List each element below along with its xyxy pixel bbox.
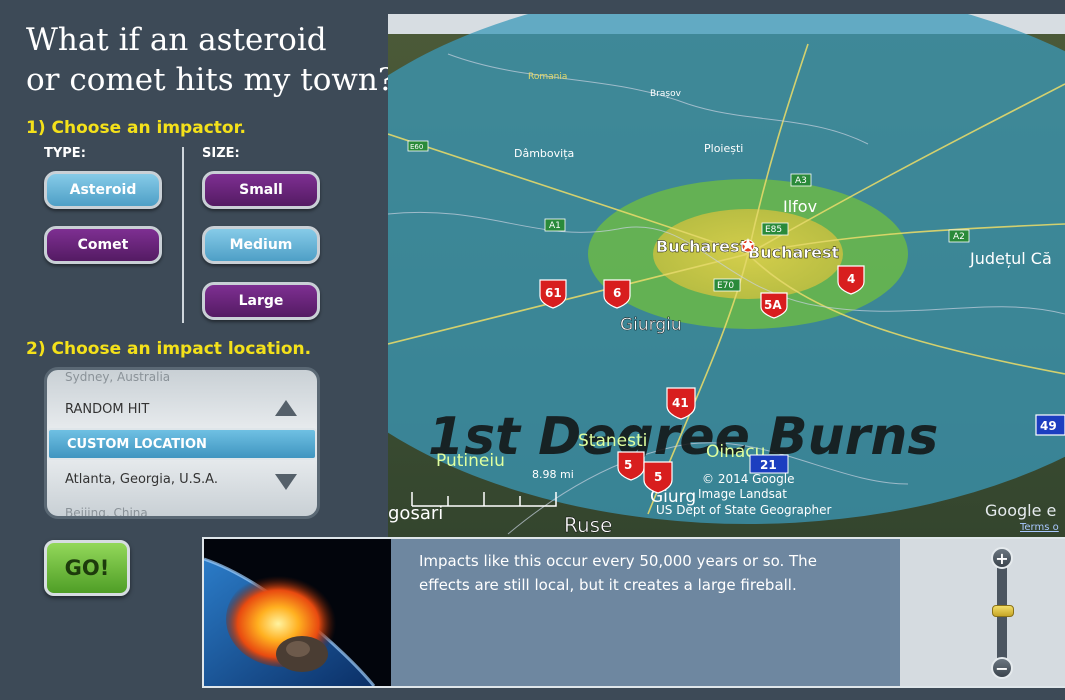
svg-text:US Dept of State Geographer: US Dept of State Geographer [656, 503, 831, 517]
location-option-random[interactable]: RANDOM HIT [65, 402, 149, 417]
column-divider [182, 147, 184, 323]
place-label: Județul Că [969, 249, 1052, 268]
zoom-slider-thumb[interactable] [992, 605, 1014, 617]
terms-link[interactable]: Terms o [1019, 522, 1059, 533]
impact-map[interactable]: 1st Degree Burns Romania Brașov Dâmboviț… [388, 14, 1065, 537]
scroll-down-arrow-icon[interactable] [275, 474, 297, 490]
road-label: E70 [717, 281, 734, 291]
comet-button[interactable]: Comet [44, 226, 162, 264]
svg-text:5: 5 [624, 458, 632, 472]
location-option-custom[interactable]: CUSTOM LOCATION [47, 428, 317, 460]
impact-illustration [204, 539, 391, 686]
svg-text:41: 41 [672, 396, 689, 410]
asteroid-button[interactable]: Asteroid [44, 171, 162, 209]
road-label: E60 [410, 143, 423, 151]
svg-text:4: 4 [847, 272, 855, 286]
route-shield: 61 [539, 279, 567, 309]
svg-text:21: 21 [760, 458, 777, 472]
google-logo: Google e [985, 501, 1056, 520]
place-label: Bucharest [656, 237, 748, 256]
location-option-atlanta[interactable]: Atlanta, Georgia, U.S.A. [65, 472, 218, 487]
svg-text:© 2014 Google: © 2014 Google [702, 472, 794, 486]
place-label: Dâmbovița [514, 147, 574, 160]
svg-text:8.98 mi: 8.98 mi [532, 468, 574, 481]
svg-text:6: 6 [613, 286, 621, 300]
large-size-button[interactable]: Large [202, 282, 320, 320]
svg-text:5A: 5A [764, 298, 782, 312]
place-label: Putineiu [436, 451, 505, 471]
place-label: Bucharest [748, 243, 840, 262]
place-label: Giurgiu [620, 315, 682, 335]
size-header: SIZE: [202, 146, 240, 161]
type-header: TYPE: [44, 146, 86, 161]
svg-text:61: 61 [545, 286, 562, 300]
zoom-control: + − [900, 539, 1065, 686]
route-shield: 49 [1035, 414, 1065, 436]
location-option-beijing[interactable]: Beijing, China [65, 506, 148, 516]
info-panel: Impacts like this occur every 50,000 yea… [202, 537, 1065, 688]
step-1-label: 1) Choose an impactor. [26, 118, 246, 138]
zoom-in-icon[interactable]: + [991, 547, 1013, 569]
road-label: A2 [953, 232, 965, 242]
impact-description: Impacts like this occur every 50,000 yea… [419, 552, 817, 594]
place-label: Stanesti [578, 431, 647, 451]
route-shield: 4 [837, 265, 865, 295]
route-shield: 21 [749, 454, 789, 474]
title-line-1: What if an asteroid [26, 22, 327, 58]
small-size-button[interactable]: Small [202, 171, 320, 209]
page-title: What if an asteroid or comet hits my tow… [26, 20, 395, 100]
scroll-up-arrow-icon[interactable] [275, 400, 297, 416]
place-label: Brașov [650, 89, 682, 99]
title-line-2: or comet hits my town? [26, 62, 395, 98]
place-label: Ploiești [704, 142, 743, 155]
route-shield: 5 [617, 451, 645, 481]
road-label: A3 [795, 176, 807, 186]
road-label: E85 [765, 225, 782, 235]
place-label: Ruse [564, 513, 612, 537]
route-shield: 6 [603, 279, 631, 309]
step-2-label: 2) Choose an impact location. [26, 339, 312, 359]
road-label: A1 [549, 221, 561, 231]
location-picker[interactable]: Sydney, Australia RANDOM HIT CUSTOM LOCA… [44, 367, 320, 519]
zoom-out-icon[interactable]: − [991, 657, 1013, 679]
medium-size-button[interactable]: Medium [202, 226, 320, 264]
svg-text:5: 5 [654, 470, 662, 484]
place-label: Romania [528, 72, 567, 82]
location-option-sydney[interactable]: Sydney, Australia [65, 370, 170, 384]
place-label: Ilfov [783, 197, 817, 216]
go-button[interactable]: GO! [44, 540, 130, 596]
svg-text:49: 49 [1040, 419, 1057, 433]
route-shield: 41 [666, 387, 696, 420]
svg-text:Image Landsat: Image Landsat [698, 487, 787, 501]
route-shield: 5 [643, 461, 673, 494]
